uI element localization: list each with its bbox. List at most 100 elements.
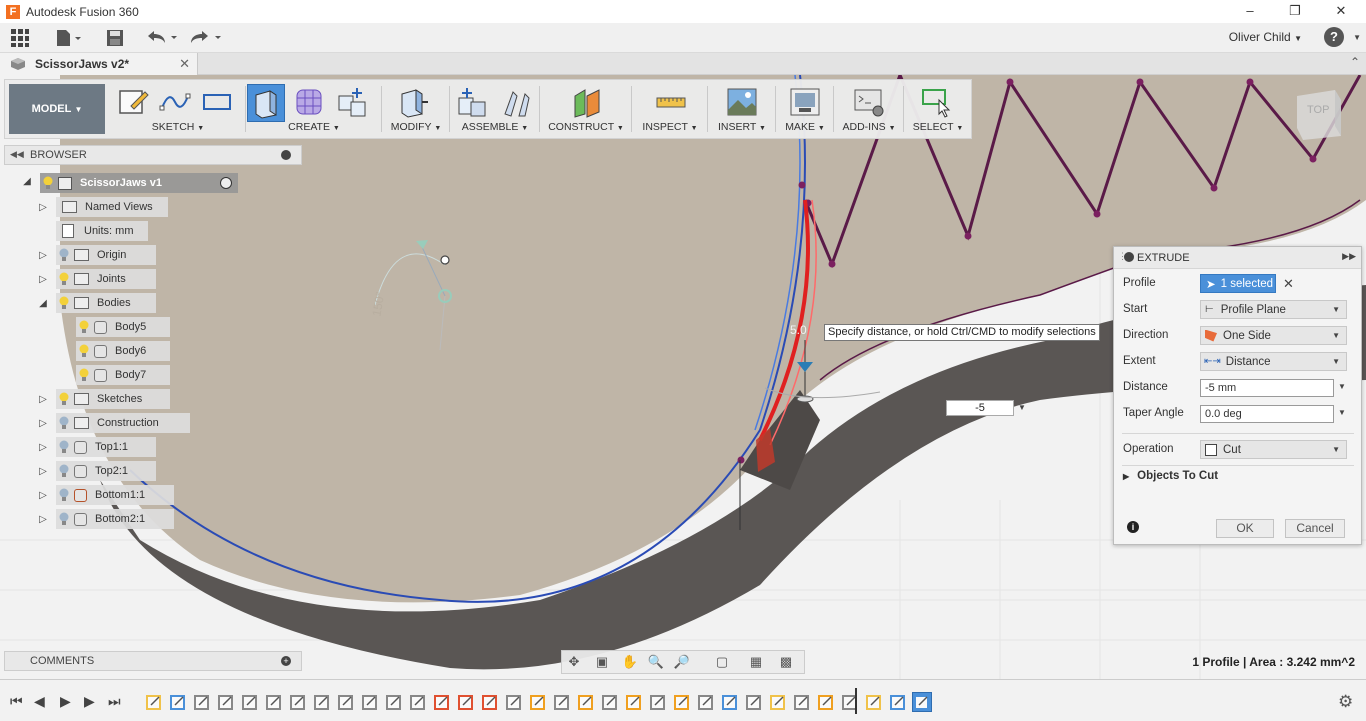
timeline-feature-icon[interactable] (145, 693, 163, 711)
user-menu[interactable]: Oliver Child ▼ (1229, 30, 1302, 44)
distance-dropdown-icon[interactable]: ▼ (1338, 382, 1346, 391)
expand-triangle-icon[interactable]: ▷ (36, 274, 50, 285)
press-pull-icon[interactable] (398, 86, 430, 118)
pan-icon[interactable]: ✋ (620, 654, 640, 672)
save-icon[interactable] (104, 27, 126, 49)
3d-print-icon[interactable] (789, 86, 821, 118)
select-icon[interactable] (921, 86, 953, 118)
timeline-feature-icon[interactable] (889, 693, 907, 711)
select-group[interactable]: SELECT ▼ (905, 80, 971, 138)
lightbulb-icon[interactable] (58, 272, 70, 286)
pin-icon[interactable] (281, 150, 291, 160)
taper-angle-input[interactable]: 0.0 deg (1200, 405, 1334, 423)
redo-icon[interactable] (189, 27, 223, 49)
go-to-start-icon[interactable]: ⏮ (10, 693, 23, 710)
timeline-feature-icon[interactable] (865, 693, 883, 711)
lightbulb-icon[interactable] (58, 416, 70, 430)
timeline-feature-icon[interactable] (313, 693, 331, 711)
timeline-feature-icon[interactable] (817, 693, 835, 711)
timeline-feature-icon[interactable] (481, 693, 499, 711)
timeline-feature-icon[interactable] (241, 693, 259, 711)
profile-selector[interactable]: ➤ 1 selected (1200, 274, 1276, 293)
lightbulb-icon[interactable] (58, 296, 70, 310)
minimize-dialog-icon[interactable] (1124, 252, 1134, 262)
collapse-triangle-icon[interactable]: ◢ (36, 298, 50, 309)
timeline-feature-icon[interactable] (337, 693, 355, 711)
timeline-feature-icon[interactable] (193, 693, 211, 711)
app-grid-icon[interactable] (8, 27, 32, 49)
info-icon[interactable]: i (1127, 521, 1139, 533)
expand-triangle-icon[interactable]: ▷ (36, 250, 50, 261)
taper-dropdown-icon[interactable]: ▼ (1338, 408, 1346, 417)
cancel-button[interactable]: Cancel (1285, 519, 1345, 538)
timeline-feature-icon[interactable] (577, 693, 595, 711)
collapse-triangle-icon[interactable]: ◢ (20, 176, 34, 187)
expand-triangle-icon[interactable]: ▷ (36, 394, 50, 405)
objects-to-cut-section[interactable]: ▶ Objects To Cut (1123, 470, 1218, 482)
extrude-icon[interactable] (250, 87, 282, 119)
timeline-feature-icon[interactable] (169, 693, 187, 711)
lightbulb-icon[interactable] (58, 464, 70, 478)
inspect-group[interactable]: INSPECT ▼ (633, 80, 707, 138)
add-comment-icon[interactable]: + (281, 656, 291, 666)
lightbulb-icon[interactable] (58, 392, 70, 406)
spline-icon[interactable] (159, 86, 191, 118)
workspace-switcher[interactable]: MODEL ▼ (9, 84, 105, 134)
new-component-assemble-icon[interactable] (457, 86, 489, 118)
step-back-icon[interactable]: ◀ (34, 693, 45, 710)
construct-group[interactable]: CONSTRUCT ▼ (541, 80, 631, 138)
measure-icon[interactable] (655, 86, 687, 118)
go-to-end-icon[interactable]: ⏭ (108, 693, 121, 710)
fit-icon[interactable]: 🔎 (672, 654, 692, 672)
lightbulb-icon[interactable] (58, 248, 70, 262)
display-settings-icon[interactable]: ▢ (712, 654, 732, 672)
timeline-feature-icon[interactable] (553, 693, 571, 711)
expand-dialog-icon[interactable]: ▶▶ (1342, 251, 1356, 262)
assemble-group[interactable]: ASSEMBLE ▼ (451, 80, 539, 138)
timeline-settings-gear-icon[interactable]: ⚙ (1338, 692, 1353, 712)
expand-triangle-icon[interactable]: ▷ (36, 442, 50, 453)
collapse-chevron-icon[interactable]: ⌃ (1350, 55, 1360, 69)
lightbulb-icon[interactable] (78, 320, 90, 334)
ok-button[interactable]: OK (1216, 519, 1274, 538)
timeline-feature-icon[interactable] (265, 693, 283, 711)
grid-settings-icon[interactable]: ▦ (746, 654, 766, 672)
close-button[interactable]: ✕ (1318, 0, 1364, 23)
lightbulb-icon[interactable] (58, 488, 70, 502)
new-component-icon[interactable] (337, 86, 369, 118)
distance-dropdown-icon[interactable]: ▼ (1016, 400, 1028, 416)
start-dropdown[interactable]: ⊢ Profile Plane ▼ (1200, 300, 1347, 319)
timeline-feature-icon[interactable] (697, 693, 715, 711)
create-sketch-icon[interactable] (117, 86, 149, 118)
modify-group[interactable]: MODIFY ▼ (383, 80, 449, 138)
document-tab[interactable]: ScissorJaws v2* ✕ (0, 53, 198, 75)
close-tab-icon[interactable]: ✕ (179, 56, 190, 72)
play-icon[interactable]: ▶ (60, 693, 71, 710)
create-group[interactable]: CREATE ▼ (247, 80, 381, 138)
make-group[interactable]: MAKE ▼ (777, 80, 833, 138)
timeline-feature-icon[interactable] (289, 693, 307, 711)
distance-input[interactable]: -5 mm (1200, 379, 1334, 397)
clear-selection-icon[interactable]: ✕ (1283, 276, 1294, 292)
timeline-feature-icon[interactable] (385, 693, 403, 711)
addins-group[interactable]: ADD-INS ▼ (835, 80, 903, 138)
timeline-feature-icon[interactable] (433, 693, 451, 711)
expand-triangle-icon[interactable]: ▷ (36, 466, 50, 477)
expand-triangle-icon[interactable]: ▷ (36, 418, 50, 429)
insert-group[interactable]: INSERT ▼ (709, 80, 775, 138)
operation-dropdown[interactable]: Cut ▼ (1200, 440, 1347, 459)
file-menu-icon[interactable] (54, 27, 84, 49)
insert-image-icon[interactable] (726, 86, 758, 118)
view-cube[interactable]: TOP (1295, 88, 1343, 140)
lightbulb-icon[interactable] (58, 440, 70, 454)
timeline-feature-icon[interactable] (409, 693, 427, 711)
timeline-feature-icon[interactable] (721, 693, 739, 711)
help-chevron-icon[interactable]: ▼ (1353, 33, 1361, 42)
lightbulb-icon[interactable] (58, 512, 70, 526)
undo-icon[interactable] (145, 27, 179, 49)
expand-triangle-icon[interactable]: ▷ (36, 202, 50, 213)
distance-input-box[interactable]: -5 (946, 400, 1014, 416)
form-icon[interactable] (293, 86, 325, 118)
offset-plane-icon[interactable] (571, 86, 603, 118)
timeline-feature-icon[interactable] (745, 693, 763, 711)
